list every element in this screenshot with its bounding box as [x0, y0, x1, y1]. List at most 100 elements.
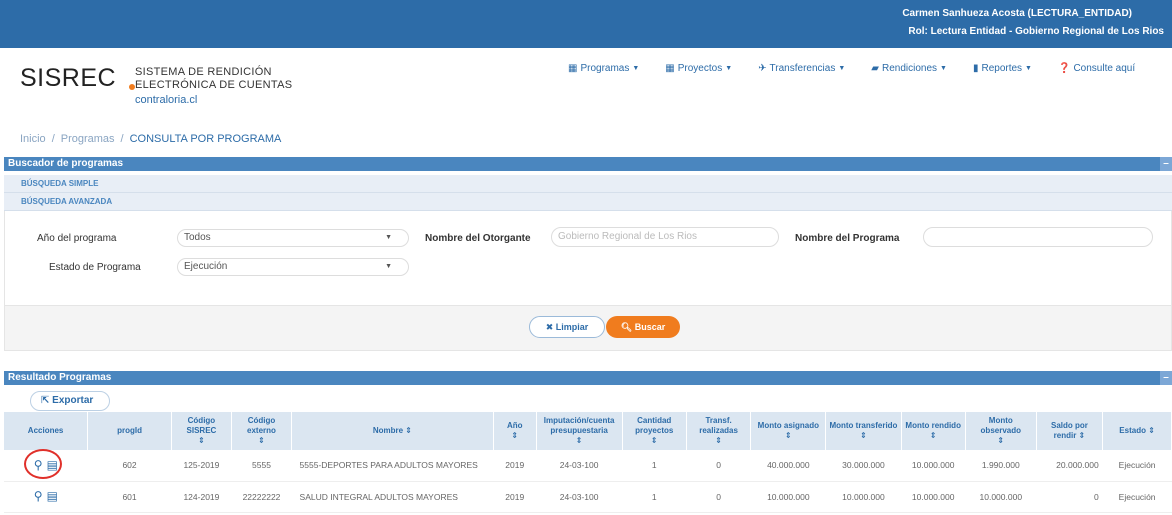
col-imputacion-label: Imputación/cuenta presupuestaria — [543, 416, 615, 435]
search-icon: 🔍︎ — [620, 322, 635, 332]
col-monto-transferido[interactable]: Monto transferido ⇕ — [825, 412, 902, 450]
collapse-button[interactable]: – — [1160, 157, 1172, 171]
nombre-programa-label: Nombre del Programa — [795, 233, 900, 244]
tab-busqueda-avanzada[interactable]: BÚSQUEDA AVANZADA — [4, 193, 1172, 211]
resultado-title: Resultado Programas — [8, 372, 112, 383]
col-monto-asignado[interactable]: Monto asignado ⇕ — [750, 412, 827, 450]
results-table: Acciones progId Código SISREC ⇕ Código ex… — [4, 412, 1172, 513]
col-imputacion[interactable]: Imputación/cuenta presupuestaria ⇕ — [536, 412, 623, 450]
buscador-header: Buscador de programas – — [4, 157, 1172, 171]
cell-proyectos: 1 — [622, 481, 687, 513]
exportar-button[interactable]: ⇱ Exportar — [30, 391, 110, 411]
logo-url: contraloria.cl — [135, 94, 198, 106]
cell-transferido: 10.000.000 — [825, 481, 901, 513]
sort-icon: ⇕ — [715, 436, 722, 445]
table-row: ⚲ ▤ 601 124-2019 22222222 SALUD INTEGRAL … — [4, 481, 1172, 513]
sort-icon: ⇕ — [511, 431, 519, 440]
col-anio-label: Año — [506, 421, 523, 430]
row-actions: ⚲ ▤ — [4, 448, 88, 482]
export-icon: ⇱ — [41, 395, 53, 406]
sort-icon: ⇕ — [929, 431, 937, 440]
cell-observado: 1.990.000 — [965, 450, 1037, 482]
breadcrumb-inicio[interactable]: Inicio — [20, 133, 46, 145]
plane-icon: ✈ — [758, 63, 767, 74]
nav-consulte-label: Consulte aquí — [1073, 63, 1136, 74]
breadcrumb: Inicio / Programas / CONSULTA POR PROGRA… — [20, 133, 281, 145]
col-cantidad-proyectos[interactable]: Cantidad proyectos ⇕ — [622, 412, 687, 450]
col-estado[interactable]: Estado ⇕ — [1102, 412, 1172, 450]
nav-reportes-label: Reportes — [981, 63, 1023, 74]
x-icon: ✖ — [545, 322, 556, 332]
col-saldo-rendir[interactable]: Saldo por rendir ⇕ — [1036, 412, 1104, 450]
buscar-button[interactable]: 🔍︎ Buscar — [606, 316, 680, 338]
sort-icon: ⇕ — [1148, 426, 1155, 435]
buscador-title: Buscador de programas — [8, 158, 124, 169]
calendar-icon: ▦ — [665, 63, 675, 74]
calendar-icon: ▦ — [568, 63, 578, 74]
exportar-label: Exportar — [52, 395, 94, 406]
user-role[interactable]: Rol: Lectura Entidad - Gobierno Regional… — [908, 26, 1164, 37]
nav-proyectos[interactable]: ▦ Proyectos ▼ — [665, 63, 732, 74]
nav-consulte[interactable]: ❓ Consulte aquí — [1058, 63, 1135, 74]
cell-imputacion: 24-03-100 — [536, 481, 623, 513]
col-acciones: Acciones — [4, 412, 89, 450]
logo-name: SISREC — [20, 64, 117, 92]
col-codigo-externo[interactable]: Código externo ⇕ — [231, 412, 293, 450]
nav-rendiciones[interactable]: ▰ Rendiciones ▼ — [871, 63, 947, 74]
tab-busqueda-simple[interactable]: BÚSQUEDA SIMPLE — [4, 175, 1172, 193]
anio-select-value: Todos — [184, 232, 211, 243]
sort-icon: ⇕ — [258, 436, 265, 445]
cell-rendido: 10.000.000 — [901, 481, 966, 513]
sort-icon: ⇕ — [198, 436, 205, 445]
cell-estado: Ejecución — [1102, 450, 1172, 482]
cell-transf: 0 — [686, 481, 751, 513]
col-anio[interactable]: Año ⇕ — [493, 412, 537, 450]
cell-rendido: 10.000.000 — [901, 450, 966, 482]
estado-label: Estado de Programa — [49, 262, 141, 273]
cell-imputacion: 24-03-100 — [536, 450, 623, 482]
question-icon: ❓ — [1057, 63, 1071, 74]
nombre-programa-input[interactable] — [923, 227, 1153, 247]
nav-programas-label: Programas — [580, 63, 630, 74]
breadcrumb-programas[interactable]: Programas — [61, 133, 115, 145]
cell-asignado: 10.000.000 — [750, 481, 826, 513]
breadcrumb-sep: / — [51, 133, 55, 145]
limpiar-label: Limpiar — [555, 322, 589, 332]
limpiar-button[interactable]: ✖ Limpiar — [529, 316, 605, 338]
caret-down-icon: ▼ — [385, 263, 392, 270]
nav-proyectos-label: Proyectos — [677, 63, 723, 74]
cell-saldo: 20.000.000 — [1036, 450, 1103, 482]
otorgante-input[interactable]: Gobierno Regional de Los Rios — [551, 227, 779, 247]
nav-reportes[interactable]: ▮ Reportes ▼ — [973, 63, 1032, 74]
col-cantidad-label: Cantidad proyectos — [635, 416, 674, 435]
search-form: Año del programa Todos ▼ Nombre del Otor… — [4, 211, 1172, 305]
collapse-button[interactable]: – — [1160, 371, 1172, 385]
main-nav: ▦ Programas ▼ ▦ Proyectos ▼ ✈ Transferencias ▼… — [568, 63, 1161, 74]
col-codigo-sisrec[interactable]: Código SISREC ⇕ — [171, 412, 232, 450]
col-nombre[interactable]: Nombre ⇕ — [291, 412, 494, 450]
col-transf-realizadas[interactable]: Transf. realizadas ⇕ — [686, 412, 752, 450]
cell-nombre: 5555-DEPORTES PARA ADULTOS MAYORES — [291, 450, 494, 482]
nav-transferencias[interactable]: ✈ Transferencias ▼ — [758, 63, 845, 74]
col-codigo-sisrec-label: Código SISREC — [186, 416, 217, 435]
cell-proyectos: 1 — [622, 450, 687, 482]
estado-select-value: Ejecución — [184, 261, 228, 272]
col-monto-rendido[interactable]: Monto rendido ⇕ — [901, 412, 966, 450]
user-name[interactable]: Carmen Sanhueza Acosta (LECTURA_ENTIDAD) — [902, 8, 1132, 19]
sort-icon: ⇕ — [405, 426, 412, 435]
caret-down-icon: ▼ — [632, 65, 640, 72]
card-icon[interactable]: ▤ — [47, 490, 58, 502]
nav-programas[interactable]: ▦ Programas ▼ — [568, 63, 639, 74]
cell-estado: Ejecución — [1102, 481, 1172, 513]
search-icon[interactable]: ⚲ — [34, 490, 43, 502]
estado-select[interactable]: Ejecución ▼ — [177, 258, 409, 276]
bar-chart-icon: ▮ — [972, 63, 979, 74]
col-progid[interactable]: progId — [87, 412, 172, 450]
col-monto-observado[interactable]: Monto observado ⇕ — [965, 412, 1037, 450]
breadcrumb-current: CONSULTA POR PROGRAMA — [129, 133, 282, 145]
cell-saldo: 0 — [1036, 481, 1103, 513]
caret-down-icon: ▼ — [838, 65, 846, 72]
sort-icon: ⇕ — [784, 431, 792, 440]
anio-select[interactable]: Todos ▼ — [177, 229, 409, 247]
otorgante-label: Nombre del Otorgante — [425, 233, 531, 244]
